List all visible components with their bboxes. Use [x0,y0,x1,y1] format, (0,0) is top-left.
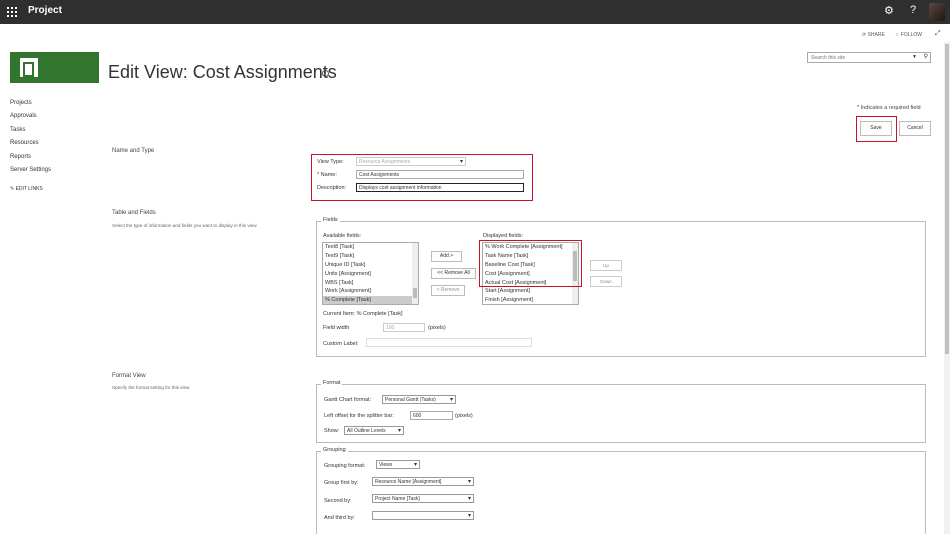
search-placeholder: Search this site [811,55,846,61]
search-icon[interactable]: ⚲ [924,53,928,60]
grouping-format-select[interactable]: Views [376,460,420,469]
section-name-type: Name and Type [112,148,155,154]
page-title: Edit View: Cost Assignments [108,62,337,82]
page-scrollbar-thumb[interactable] [945,44,949,354]
nav-item-projects[interactable]: Projects [10,100,51,113]
nav-item-resources[interactable]: Resources [10,140,51,153]
required-note-text: Indicates a required field [860,105,921,111]
info-icon[interactable]: i [322,70,329,77]
down-button[interactable]: Down [590,276,622,287]
grouping-format-label: Grouping format: [324,463,366,469]
gantt-format-value: Personal Gantt (Tasks) [385,397,436,403]
search-input[interactable]: Search this site ▼ ⚲ [807,52,931,63]
scrollbar-thumb[interactable] [413,288,417,298]
nav-item-tasks[interactable]: Tasks [10,127,51,140]
list-item[interactable]: % Complete [Task] [323,296,418,304]
left-nav: Projects Approvals Tasks Resources Repor… [10,100,51,180]
view-type-label: View Type: [317,159,344,165]
nav-item-server-settings[interactable]: Server Settings [10,167,51,180]
third-by-label: And third by: [324,515,355,521]
description-field[interactable]: Displays cost assignment information [356,183,524,192]
field-width-unit: (pixels) [428,325,446,331]
second-by-label: Second by: [324,498,352,504]
format-view-desc: Specify the format setting for this view… [112,385,191,390]
focus-icon[interactable]: ⤢ [935,30,941,38]
up-button[interactable]: Up [590,260,622,271]
third-by-select[interactable] [372,511,474,520]
group-first-select[interactable]: Resource Name [Assignment] [372,477,474,486]
list-item[interactable]: Text9 [Task] [323,252,418,261]
pencil-icon: ✎ [10,186,15,192]
list-item[interactable]: Units [Assignment] [323,270,418,279]
view-type-value: Resource Assignments [359,159,411,165]
list-item[interactable]: WBS [Task] [323,279,418,288]
add-button[interactable]: Add > [431,251,462,262]
page-scrollbar[interactable] [944,42,950,534]
list-item[interactable]: Text8 [Task] [323,243,418,252]
splitter-offset-unit: (pixels) [455,413,473,419]
gear-icon[interactable]: ⚙ [884,4,894,17]
avatar[interactable] [929,3,945,21]
available-fields-list[interactable]: Text8 [Task] Text9 [Task] Unique ID [Tas… [322,242,419,305]
suite-bar: Project ⚙ ? [0,0,950,24]
gantt-format-label: Gantt Chart format: [324,397,372,403]
list-item[interactable]: Start [Assignment] [483,287,578,296]
name-label: * Name: [317,172,337,178]
remove-all-button[interactable]: << Remove All [431,268,476,279]
view-type-select: Resource Assignments [356,157,466,166]
second-by-select[interactable]: Project Name [Task] [372,494,474,503]
app-title[interactable]: Project [28,5,62,16]
available-fields-label: Available fields: [323,233,362,239]
required-asterisk: * [857,105,860,111]
format-fieldset [316,384,926,443]
save-button[interactable]: Save [860,121,892,136]
fields-legend: Fields [321,217,340,223]
section-format-view: Format View [112,373,146,379]
required-note: * Indicates a required field [857,105,921,111]
show-select[interactable]: All Outline Levels [344,426,404,435]
help-icon[interactable]: ? [910,4,916,16]
project-logo[interactable] [10,52,99,83]
name-label-text: Name: [320,172,337,178]
section-table-fields: Table and Fields [112,210,156,216]
nav-item-reports[interactable]: Reports [10,154,51,167]
app-launcher-icon[interactable] [7,7,17,17]
chevron-down-icon[interactable]: ▼ [912,54,917,60]
follow-button[interactable]: ☆ FOLLOW [895,32,922,38]
grouping-legend: Grouping [321,447,348,453]
description-label: Description: [317,185,347,191]
displayed-fields-highlight [479,240,582,287]
follow-label: FOLLOW [900,32,922,38]
group-first-label: Group first by: [324,480,359,486]
edit-links-label: EDIT LINKS [15,186,43,192]
share-button[interactable]: ⟳ SHARE [862,32,885,38]
show-label: Show: [324,428,340,434]
share-label: SHARE [867,32,885,38]
custom-label-input[interactable] [366,338,532,347]
name-field[interactable]: Cost Assignments [356,170,524,179]
field-width-label: Field width [323,325,350,331]
field-width-input[interactable]: 100 [383,323,425,332]
list-item[interactable]: Finish [Assignment] [483,296,578,304]
second-by-value: Project Name [Task] [375,496,420,502]
remove-button[interactable]: < Remove [431,285,465,296]
table-fields-desc: Select the type of information and field… [112,223,258,228]
show-value: All Outline Levels [347,428,386,434]
splitter-offset-input[interactable]: 600 [410,411,453,420]
nav-item-approvals[interactable]: Approvals [10,113,51,126]
cancel-button[interactable]: Cancel [899,121,931,136]
custom-label-label: Custom Label: [323,341,359,347]
group-first-value: Resource Name [Assignment] [375,479,442,485]
list-item[interactable]: Work [Assignment] [323,287,418,296]
list-item[interactable]: Unique ID [Task] [323,261,418,270]
gantt-format-select[interactable]: Personal Gantt (Tasks) [382,395,456,404]
edit-links-button[interactable]: ✎ EDIT LINKS [10,186,43,192]
format-legend: Format [321,380,343,386]
current-item: Current Item: % Complete [Task] [323,311,403,317]
splitter-offset-label: Left offset for the splitter bar: [324,413,394,419]
displayed-fields-label: Displayed fields: [483,233,524,239]
scrollbar[interactable] [412,243,418,304]
grouping-format-value: Views [379,462,393,468]
project-logo-icon [20,58,38,77]
